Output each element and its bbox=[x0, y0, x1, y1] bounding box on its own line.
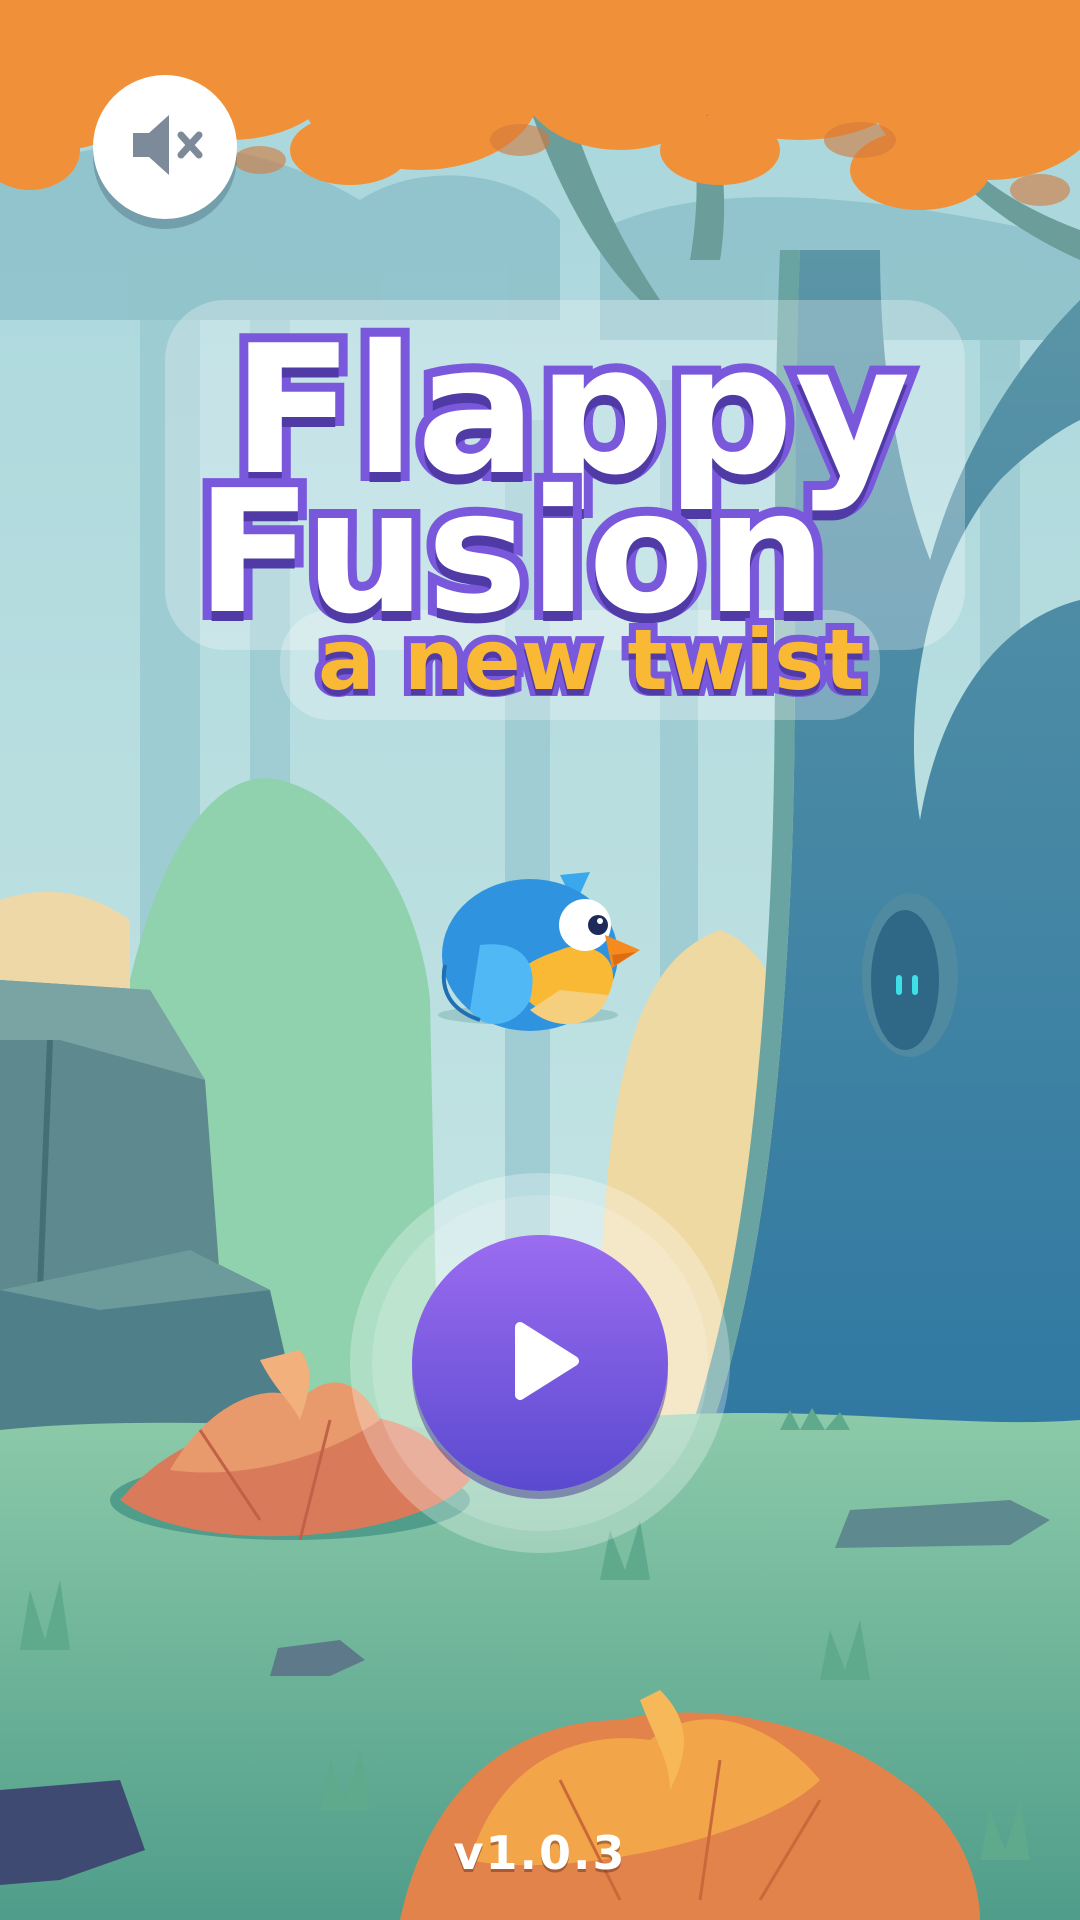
title-tagline: a new twist bbox=[311, 611, 871, 709]
game-title: Flappy Fusion a new twist bbox=[150, 300, 970, 720]
mute-button[interactable] bbox=[93, 75, 237, 219]
game-start-screen: Flappy Fusion a new twist v1.0.3 bbox=[0, 0, 1080, 1920]
speaker-muted-icon bbox=[117, 97, 213, 197]
play-icon bbox=[490, 1311, 590, 1415]
version-label: v1.0.3 bbox=[453, 1826, 627, 1880]
forest-background bbox=[0, 0, 1080, 1920]
play-button[interactable] bbox=[412, 1235, 668, 1491]
